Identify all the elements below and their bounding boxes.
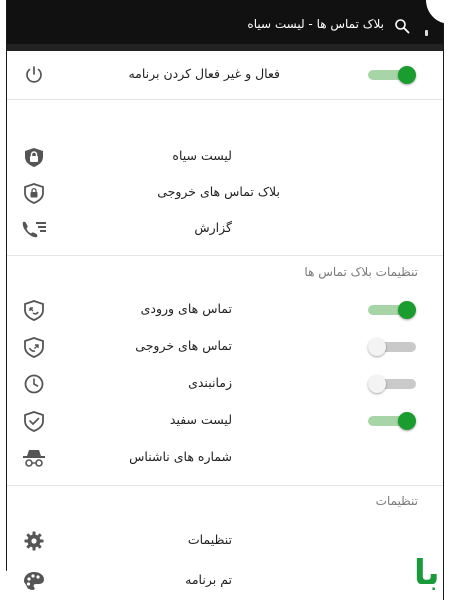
nav-item-label: لیست سیاه: [172, 148, 232, 163]
settings-item-settings[interactable]: تنظیمات: [6, 523, 444, 559]
incoming-calls-toggle[interactable]: [368, 301, 416, 319]
call-log-icon: [20, 218, 48, 240]
setting-incoming-calls[interactable]: تماس های ورودی: [6, 292, 444, 328]
setting-label: لیست سفید: [169, 412, 232, 427]
outgoing-call-shield-icon: [20, 336, 48, 358]
divider: [6, 485, 444, 486]
setting-unknown-numbers[interactable]: شماره های ناشناس: [6, 440, 444, 476]
outgoing-calls-toggle[interactable]: [368, 338, 416, 356]
nav-item-report[interactable]: گزارش: [6, 211, 444, 247]
master-toggle-switch[interactable]: [368, 66, 416, 84]
setting-label: تماس های خروجی: [135, 338, 232, 353]
app-bar: بلاک تماس ها - لیست سیاه: [6, 0, 444, 50]
schedule-toggle[interactable]: [368, 375, 416, 393]
setting-whitelist[interactable]: لیست سفید: [6, 403, 444, 439]
incognito-icon: [20, 447, 48, 469]
app-bar-shadow: [6, 44, 444, 51]
master-toggle-label: فعال و غیر فعال کردن برنامه: [128, 66, 280, 81]
shield-check-icon: [20, 410, 48, 432]
settings-list: فعال و غیر فعال کردن برنامه لیست سیاه بل…: [6, 51, 444, 600]
section-header-block-settings: تنظیمات بلاک تماس ها: [304, 265, 418, 279]
setting-label: شماره های ناشناس: [129, 449, 232, 464]
settings-item-label: تم برنامه: [185, 572, 232, 587]
overflow-menu-icon[interactable]: [425, 30, 428, 36]
setting-label: زمانبندی: [188, 375, 232, 390]
nav-item-block-outgoing[interactable]: بلاک تماس های خروجی: [6, 175, 444, 211]
divider: [6, 99, 444, 100]
shield-lock-outgoing-icon: [20, 182, 48, 204]
nav-item-blacklist[interactable]: لیست سیاه: [6, 139, 444, 175]
nav-item-label: بلاک تماس های خروجی: [157, 184, 280, 199]
gear-icon: [20, 530, 48, 552]
shield-lock-icon: [20, 146, 48, 168]
search-icon[interactable]: [394, 18, 410, 34]
app-bar-title: بلاک تماس ها - لیست سیاه: [247, 17, 384, 31]
whitelist-toggle[interactable]: [368, 412, 416, 430]
nav-item-label: گزارش: [194, 220, 232, 235]
incoming-call-shield-icon: [20, 299, 48, 321]
settings-item-theme[interactable]: تم برنامه: [6, 563, 444, 599]
clock-icon: [20, 373, 48, 395]
store-watermark: ﺑﺎ: [414, 553, 440, 593]
setting-outgoing-calls[interactable]: تماس های خروجی: [6, 329, 444, 365]
divider: [6, 255, 444, 256]
power-icon: [20, 64, 48, 86]
section-header-settings: تنظیمات: [375, 494, 418, 508]
setting-label: تماس های ورودی: [140, 301, 232, 316]
settings-item-label: تنظیمات: [187, 532, 232, 547]
setting-schedule[interactable]: زمانبندی: [6, 366, 444, 402]
master-toggle-row[interactable]: فعال و غیر فعال کردن برنامه: [6, 57, 444, 93]
